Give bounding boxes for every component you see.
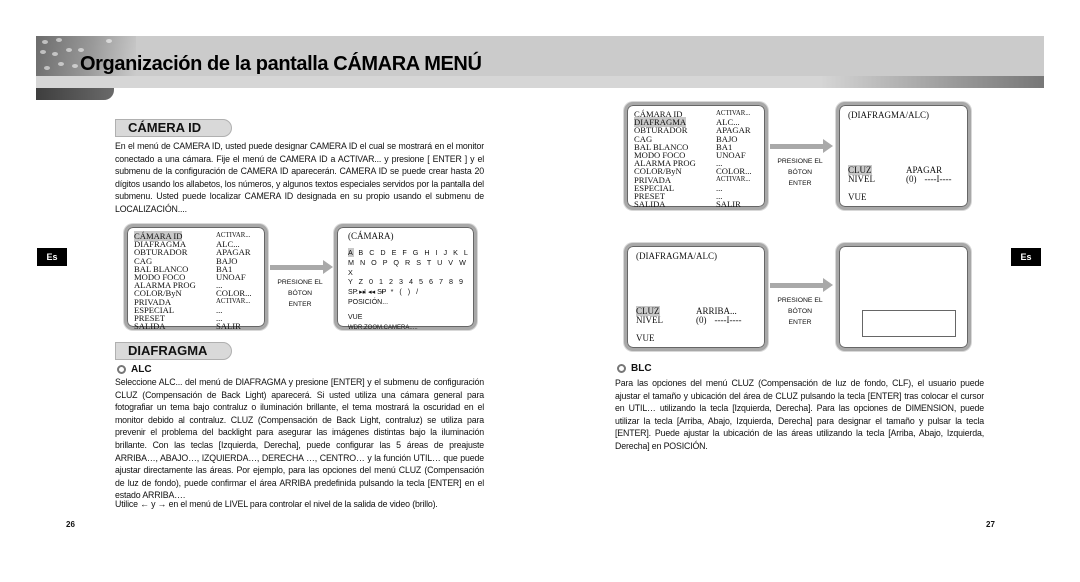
press-label-line: ENTER: [788, 319, 812, 326]
menu-item-text[interactable]: SALIDA: [634, 199, 666, 209]
diafragma-alc-screen-arriba: (DIAFRAGMA/ALC) CLUZ ARRIBA... NIVEL (0) --…: [624, 243, 768, 351]
alc-settings: CLUZ ARRIBA... NIVEL (0) ----I---- VUE: [636, 306, 766, 343]
nivel-label[interactable]: NIVEL: [636, 316, 696, 325]
menu-item-value: COLOR...: [216, 288, 252, 299]
arrow-right-icon: [270, 260, 333, 274]
alc-settings: CLUZ APAGAR NIVEL (0) ----I---- VUE: [848, 165, 968, 202]
nivel-slider[interactable]: ----I----: [925, 175, 952, 184]
arrow-right-icon: [770, 139, 833, 153]
bullet-icon: [117, 365, 126, 374]
nivel-slider[interactable]: ----I----: [715, 316, 742, 325]
charset-row-rest[interactable]: B C D E F G H I J K L: [354, 248, 470, 257]
charset-row[interactable]: Y Z 0 1 2 3 4 5 6 7 8 9: [348, 277, 474, 287]
camera-screen-title: (CÁMARA): [348, 231, 394, 241]
charset-row[interactable]: A B C D E F G H I J K L: [348, 248, 474, 258]
menu-item-value: COLOR...: [716, 166, 752, 177]
press-label-line: PRESIONE EL: [777, 297, 823, 304]
press-enter-label: PRESIONE EL BÓTON ENTER: [770, 156, 830, 189]
section-header-diafragma: DIAFRAGMA: [115, 342, 232, 360]
main-menu-list: CÁMARA ID ACTIVAR... DIAFRAGMA ALC... OBTURA…: [634, 110, 752, 210]
alc-screen-title: (DIAFRAGMA/ALC): [848, 110, 929, 120]
alc-screen-title: (DIAFRAGMA/ALC): [636, 251, 717, 261]
press-enter-label: PRESIONE EL BÓTON ENTER: [770, 295, 830, 328]
header-tab: [36, 88, 114, 100]
main-menu-screen-diafragma: CÁMARA ID ACTIVAR... DIAFRAGMA ALC... OBTURA…: [624, 102, 768, 210]
vue-option[interactable]: VUE: [348, 313, 418, 323]
blc-area-rectangle[interactable]: [862, 310, 956, 337]
page-number-left: 26: [66, 520, 75, 529]
press-label-line: PRESIONE EL: [777, 158, 823, 165]
menu-item-text[interactable]: SALIDA: [134, 321, 166, 331]
vue-option[interactable]: VUE: [636, 334, 766, 343]
press-label-line: BÓTON: [787, 169, 813, 176]
nivel-value: (0): [696, 315, 707, 325]
press-label-line: ENTER: [288, 301, 312, 308]
blc-area-screen: [836, 243, 971, 351]
press-label-line: BÓTON: [287, 290, 313, 297]
level-note: Utilice ← y → en el menú de LIVEL para c…: [115, 499, 438, 509]
language-tab-right: Es: [1011, 248, 1041, 266]
page-number-right: 27: [986, 520, 995, 529]
menu-item-label[interactable]: SALIDA: [134, 321, 216, 331]
arrow-right-icon: [770, 278, 833, 292]
nivel-label[interactable]: NIVEL: [848, 175, 906, 184]
vue-option[interactable]: VUE: [848, 193, 968, 202]
press-label-line: PRESIONE EL: [277, 279, 323, 286]
camera-id-screen: (CÁMARA) A B C D E F G H I J K L M N O P…: [334, 224, 477, 333]
alc-label: ALC: [131, 364, 152, 375]
nivel-value: (0): [906, 174, 917, 184]
position-option[interactable]: POSICIÓN...: [348, 298, 418, 308]
menu-row[interactable]: SALIDA SALIR: [134, 321, 252, 332]
press-label-line: BÓTON: [787, 308, 813, 315]
diafragma-alc-screen: (DIAFRAGMA/ALC) CLUZ APAGAR NIVEL (0) ----I…: [836, 102, 971, 210]
camera-screen-options: SP ▸▸ ◂◂ SP POSICIÓN... VUE WDR.ZOOM.CAM…: [348, 288, 418, 333]
menu-item-value: SALIR: [216, 321, 241, 332]
charset-row[interactable]: M N O P Q R S T U V W X: [348, 258, 474, 278]
blc-description: Para las opciones del menú CLUZ (Compens…: [615, 378, 984, 451]
menu-item-label[interactable]: SALIDA: [634, 199, 716, 209]
camera-id-description: En el menú de CAMERA ID, usted puede des…: [115, 141, 484, 214]
page-title: Organización de la pantalla CÁMARA MENÚ: [80, 53, 482, 75]
alc-subheading: ALC: [117, 364, 152, 375]
main-menu-screen: CÁMARA ID ACTIVAR... DIAFRAGMA ALC... OBTURA…: [124, 224, 268, 332]
header-strip-gradient: [820, 76, 1044, 88]
wdr-zoom-camera-option[interactable]: WDR.ZOOM.CAMERA.....: [348, 323, 418, 333]
bullet-icon: [617, 364, 626, 373]
blc-subheading: BLC: [617, 363, 652, 374]
sp-arrows[interactable]: SP ▸▸ ◂◂ SP: [348, 288, 418, 298]
press-label-line: ENTER: [788, 180, 812, 187]
blc-label: BLC: [631, 363, 652, 374]
menu-item-value: SALIR: [716, 199, 741, 210]
language-tab-left: Es: [37, 248, 67, 266]
main-menu-list: CÁMARA ID ACTIVAR... DIAFRAGMA ALC... OBTURA…: [134, 231, 252, 332]
menu-row[interactable]: SALIDA SALIR: [634, 199, 752, 210]
diafragma-description: Seleccione ALC... del menú de DIAFRAGMA …: [115, 377, 484, 501]
press-enter-label: PRESIONE EL BÓTON ENTER: [270, 277, 330, 310]
section-header-camera-id: CÁMERA ID: [115, 119, 232, 137]
